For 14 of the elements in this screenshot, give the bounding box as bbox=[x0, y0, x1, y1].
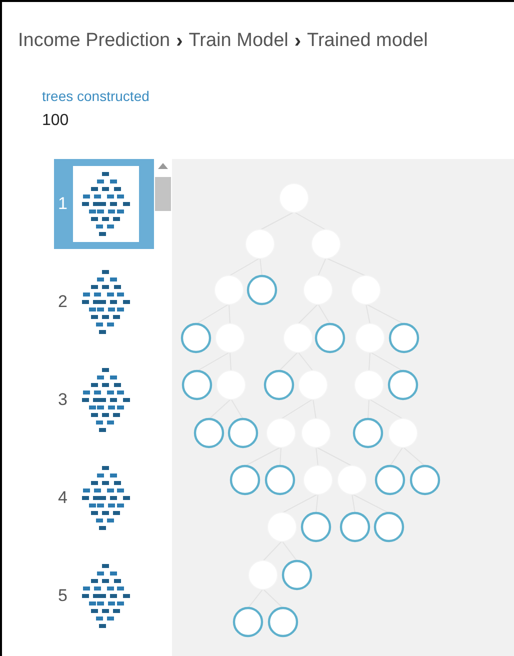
tree-thumbnail-icon bbox=[73, 166, 140, 242]
scrollbar-thumb[interactable] bbox=[155, 177, 171, 211]
chevron-separator: › bbox=[294, 29, 302, 54]
tree-thumbnail[interactable]: 2 bbox=[54, 257, 154, 347]
tree-thumbnail[interactable]: 5 bbox=[54, 551, 154, 641]
chevron-separator: › bbox=[176, 29, 183, 54]
breadcrumb-item[interactable]: Train Model bbox=[188, 26, 288, 56]
tree-thumbnail[interactable]: 3 bbox=[54, 355, 154, 445]
tree-thumbnail[interactable]: 4 bbox=[54, 453, 154, 543]
scroll-up-icon[interactable] bbox=[158, 163, 168, 169]
stat-label: trees constructed bbox=[42, 87, 150, 106]
stat-value: 100 bbox=[42, 111, 70, 131]
breadcrumb-item[interactable]: Trained model bbox=[307, 26, 428, 56]
breadcrumb-item[interactable]: Income Prediction bbox=[18, 26, 170, 56]
